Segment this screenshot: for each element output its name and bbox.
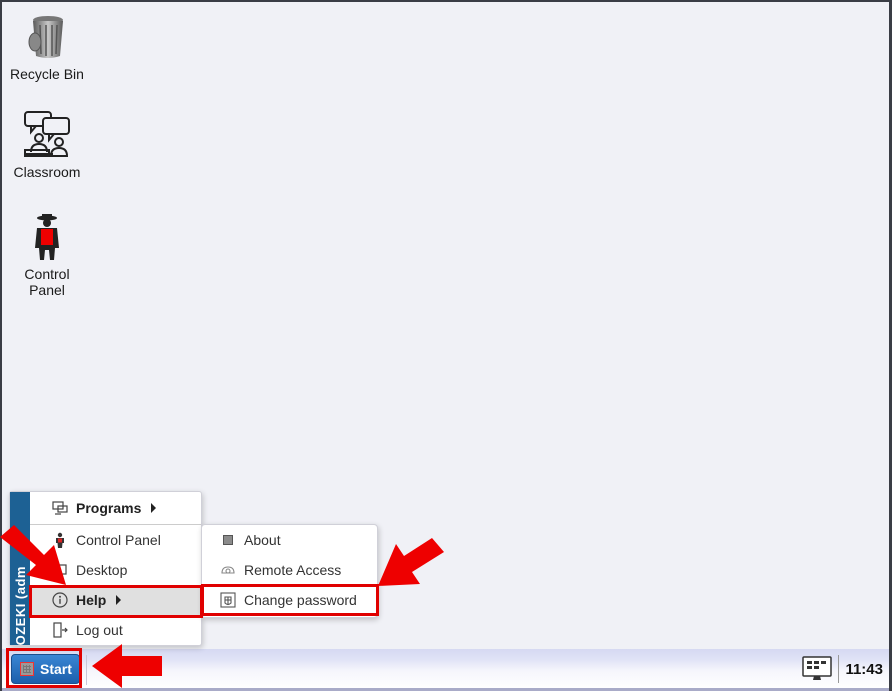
menu-item-label: Programs [76, 500, 142, 516]
control-panel-icon [35, 214, 59, 260]
submenu-item-label: Remote Access [244, 562, 342, 578]
recycle-bin-icon [28, 16, 63, 58]
change-password-icon [220, 592, 236, 608]
classroom-icon [24, 111, 70, 157]
menu-item-help[interactable]: Help [30, 585, 201, 615]
user-label: OZEKI (adm [12, 565, 28, 645]
desktop-icon-label: Recycle Bin [10, 66, 84, 82]
submenu-arrow-icon [116, 595, 122, 605]
start-menu-user-banner: OZEKI (adm [10, 492, 30, 645]
submenu-item-remote-access[interactable]: Remote Access [202, 555, 377, 585]
desktop-icon-label: Classroom [13, 164, 81, 180]
start-menu: OZEKI (adm Programs Control Panel Deskto… [9, 491, 202, 646]
taskbar: Start 11:43 [2, 649, 889, 691]
control-panel-icon [52, 532, 68, 548]
submenu-arrow-icon [151, 503, 157, 513]
menu-item-label: Desktop [76, 562, 128, 578]
menu-item-desktop[interactable]: Desktop [30, 555, 201, 585]
submenu-item-label: About [244, 532, 281, 548]
logout-icon [52, 622, 68, 638]
desktop-icon [52, 562, 68, 578]
desktop-switch-icon[interactable] [802, 656, 833, 682]
about-icon [220, 532, 236, 548]
submenu-item-about[interactable]: About [202, 525, 377, 555]
clock: 11:43 [845, 660, 883, 678]
start-button[interactable]: Start [11, 654, 80, 684]
programs-icon [52, 500, 68, 516]
start-button-label: Start [40, 661, 72, 677]
menu-item-label: Log out [76, 622, 123, 638]
menu-item-label: Control Panel [76, 532, 161, 548]
menu-item-log-out[interactable]: Log out [30, 615, 201, 645]
submenu-item-change-password[interactable]: Change password [202, 585, 377, 615]
taskbar-separator [86, 655, 87, 685]
start-icon [20, 662, 34, 676]
help-submenu: About Remote Access Change password [201, 524, 378, 618]
remote-access-icon [220, 562, 236, 578]
desktop-icon-label: Panel [29, 282, 65, 298]
taskbar-divider [838, 655, 840, 683]
desktop-icon-classroom[interactable]: Classroom [2, 110, 92, 180]
menu-item-label: Help [76, 592, 107, 608]
desktop-icon-label: Control [24, 266, 70, 282]
menu-item-programs[interactable]: Programs [30, 492, 201, 525]
desktop-icon-control-panel[interactable]: Control Panel [2, 212, 92, 298]
menu-item-control-panel[interactable]: Control Panel [30, 525, 201, 555]
submenu-item-label: Change password [244, 592, 357, 608]
info-icon [52, 592, 68, 608]
desktop-icon-recycle-bin[interactable]: Recycle Bin [2, 12, 92, 82]
